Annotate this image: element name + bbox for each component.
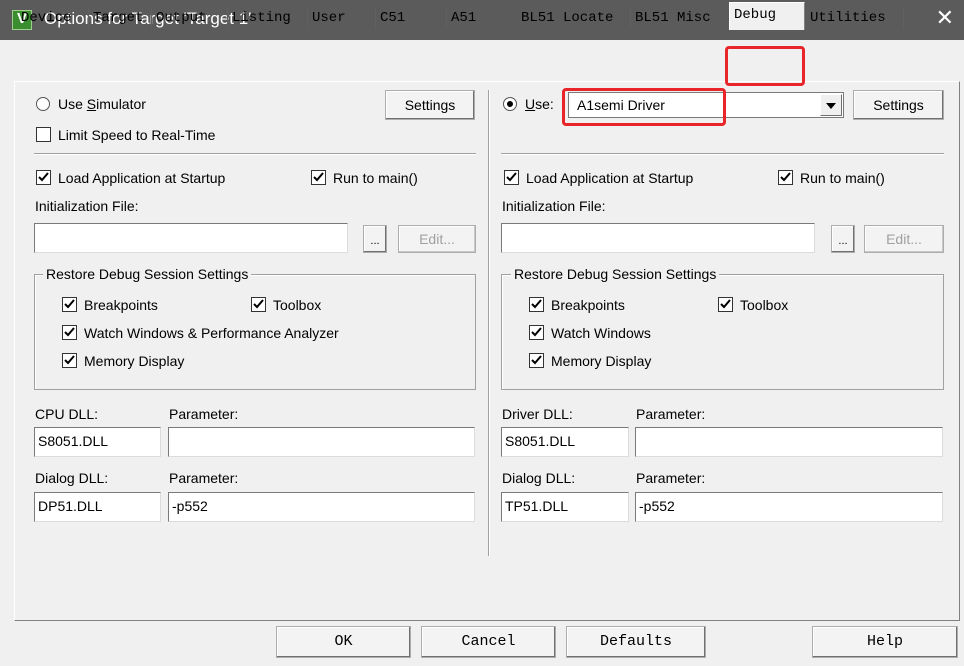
use-driver-label: Use: [525,96,554,112]
left-watch-windows-label: Watch Windows & Performance Analyzer [84,325,339,341]
left-restore-group-title: Restore Debug Session Settings [43,265,252,283]
close-icon[interactable]: ✕ [936,6,954,30]
right-watch-windows-label: Watch Windows [551,325,651,341]
tab-device[interactable]: Device [17,8,89,29]
checkmark-icon [720,299,731,309]
left-load-app-label: Load Application at Startup [58,170,226,186]
left-dialog-param-label: Parameter: [169,470,239,486]
right-dialog-param-input[interactable]: -p552 [635,492,943,522]
checkmark-icon [64,299,75,309]
tab-c51[interactable]: C51 [376,8,447,29]
right-dialog-param-label: Parameter: [636,470,706,486]
driver-settings-button[interactable]: Settings [853,90,944,120]
tab-bl51-locate[interactable]: BL51 Locate [517,8,631,29]
tab-bl51-misc[interactable]: BL51 Misc [631,8,729,29]
left-breakpoints-label: Breakpoints [84,297,158,313]
left-init-file-input[interactable] [34,223,348,253]
cpu-param-label: Parameter: [169,406,239,422]
radio-dot-icon [507,101,513,107]
left-memory-display-label: Memory Display [84,353,185,369]
driver-dll-input[interactable]: S8051.DLL [501,427,629,457]
checkmark-icon [506,172,517,182]
checkmark-icon [64,327,75,337]
right-run-to-main-checkbox[interactable] [778,170,793,185]
left-load-app-checkbox[interactable] [36,170,51,185]
tab-debug[interactable]: Debug [729,2,805,30]
driver-dropdown-button[interactable] [820,94,842,116]
checkmark-icon [313,172,324,182]
checkmark-icon [780,172,791,182]
driver-dll-label: Driver DLL: [502,406,573,422]
cancel-button[interactable]: Cancel [421,626,556,658]
left-dialog-param-input[interactable]: -p552 [168,492,475,522]
right-init-file-input[interactable] [501,223,815,253]
left-run-to-main-checkbox[interactable] [311,170,326,185]
right-breakpoints-label: Breakpoints [551,297,625,313]
tab-user[interactable]: User [308,8,376,29]
right-dialog-dll-label: Dialog DLL: [502,470,576,486]
left-separator [34,153,476,155]
left-breakpoints-checkbox[interactable] [62,297,77,312]
right-dialog-dll-input[interactable]: TP51.DLL [501,492,629,522]
right-run-to-main-label: Run to main() [800,170,885,186]
chevron-down-icon [826,103,836,109]
right-breakpoints-checkbox[interactable] [529,297,544,312]
checkmark-icon [531,355,542,365]
right-init-file-label: Initialization File: [502,198,606,214]
driver-param-input[interactable] [635,427,943,457]
tab-utilities[interactable]: Utilities [806,8,904,29]
right-memory-display-label: Memory Display [551,353,652,369]
checkmark-icon [531,327,542,337]
left-memory-display-checkbox[interactable] [62,353,77,368]
tab-output[interactable]: Output [152,8,228,29]
right-browse-button[interactable]: ... [831,225,855,253]
tab-listing[interactable]: Listing [228,8,308,29]
right-toolbox-checkbox[interactable] [718,297,733,312]
checkmark-icon [38,172,49,182]
use-simulator-radio[interactable] [36,97,50,111]
right-separator [501,153,944,155]
checkmark-icon [64,355,75,365]
driver-select-value: A1semi Driver [577,97,665,113]
right-watch-windows-checkbox[interactable] [529,325,544,340]
driver-select[interactable]: A1semi Driver [568,92,844,118]
left-edit-button[interactable]: Edit... [398,225,476,253]
left-toolbox-label: Toolbox [273,297,322,313]
panel-divider [488,90,490,556]
right-load-app-checkbox[interactable] [504,170,519,185]
cpu-dll-input[interactable]: S8051.DLL [34,427,161,457]
right-memory-display-checkbox[interactable] [529,353,544,368]
right-load-app-label: Load Application at Startup [526,170,694,186]
checkmark-icon [253,299,264,309]
ok-button[interactable]: OK [276,626,411,658]
right-restore-group-title: Restore Debug Session Settings [511,265,720,283]
left-dialog-dll-label: Dialog DLL: [35,470,109,486]
left-toolbox-checkbox[interactable] [251,297,266,312]
left-browse-button[interactable]: ... [363,225,387,253]
tab-target[interactable]: Target [89,8,152,29]
defaults-button[interactable]: Defaults [566,626,706,658]
use-simulator-label: Use Simulator [58,96,146,112]
tab-a51[interactable]: A51 [447,8,517,29]
simulator-settings-button[interactable]: Settings [385,90,475,120]
use-driver-radio[interactable] [503,97,517,111]
left-watch-windows-checkbox[interactable] [62,325,77,340]
cpu-dll-label: CPU DLL: [35,406,99,422]
driver-param-label: Parameter: [636,406,706,422]
left-init-file-label: Initialization File: [35,198,139,214]
cpu-param-input[interactable] [168,427,475,457]
checkmark-icon [531,299,542,309]
left-dialog-dll-input[interactable]: DP51.DLL [34,492,161,522]
limit-speed-checkbox[interactable] [36,127,51,142]
right-toolbox-label: Toolbox [740,297,789,313]
left-run-to-main-label: Run to main() [333,170,418,186]
limit-speed-label: Limit Speed to Real-Time [58,127,216,143]
right-edit-button[interactable]: Edit... [864,225,944,253]
help-button[interactable]: Help [812,626,958,658]
